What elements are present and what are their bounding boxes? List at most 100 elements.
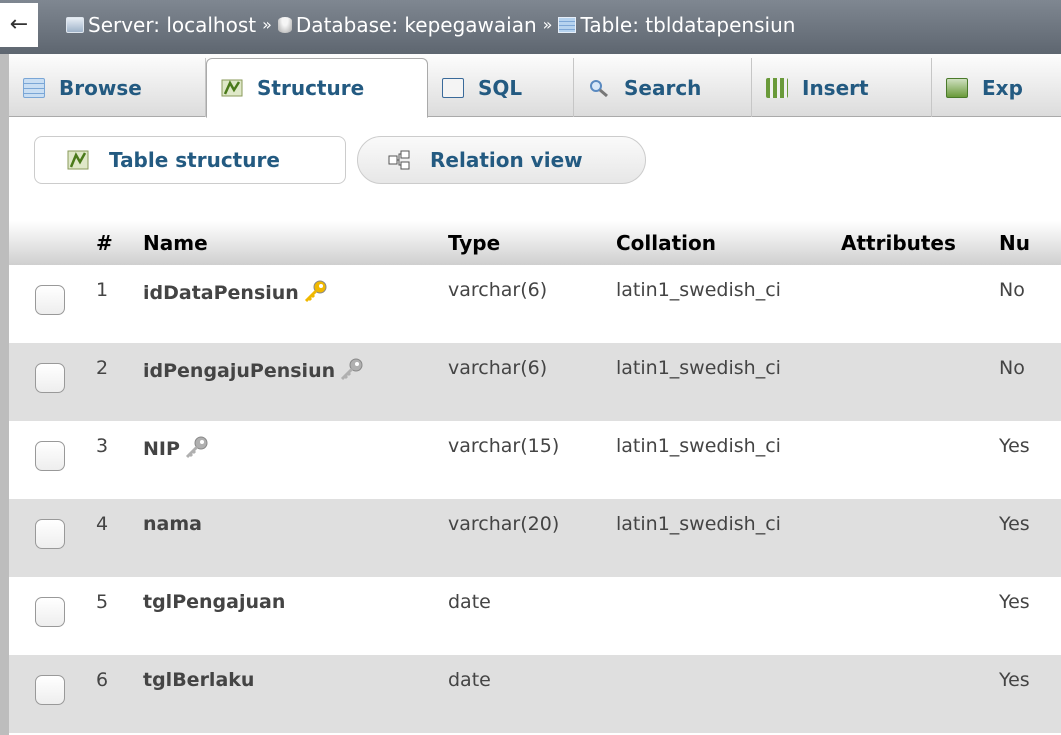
table-row[interactable]: 6 tglBerlaku date Yes (9, 655, 1061, 733)
column-null: Yes (999, 499, 1061, 577)
tab-label: Exp (982, 75, 1023, 100)
column-attributes (841, 577, 999, 655)
row-checkbox[interactable] (35, 363, 65, 393)
column-name: idDataPensiun (143, 282, 299, 304)
row-select-cell (9, 265, 96, 343)
column-attributes (841, 421, 999, 499)
row-number: 6 (96, 655, 143, 733)
breadcrumb-separator: » (262, 15, 272, 34)
column-collation: latin1_swedish_ci (616, 499, 841, 577)
header-null[interactable]: Nu (999, 221, 1061, 265)
column-name: tglPengajuan (143, 591, 286, 613)
breadcrumb-database[interactable]: Database: kepegawaian (277, 0, 537, 50)
relation-icon (388, 149, 410, 171)
column-attributes (841, 265, 999, 343)
column-null: Yes (999, 435, 1030, 457)
row-select-cell (9, 343, 96, 421)
column-attributes (841, 343, 999, 421)
tab-insert[interactable]: Insert (752, 58, 932, 117)
primary-key-icon (303, 279, 329, 303)
column-null: Yes (999, 591, 1030, 613)
row-checkbox[interactable] (35, 285, 65, 315)
breadcrumb: Server: localhost » Database: kepegawaia… (66, 0, 795, 50)
table-row[interactable]: 3 NIP varchar(15) latin1_swedish_ci Yes (9, 421, 1061, 499)
column-collation: latin1_swedish_ci (616, 343, 841, 421)
row-checkbox[interactable] (35, 675, 65, 705)
column-type: varchar(20) (448, 499, 616, 577)
table-header-row: # Name Type Collation Attributes Nu (9, 221, 1061, 265)
tab-label: Structure (257, 76, 365, 100)
breadcrumb-server[interactable]: Server: localhost (66, 0, 256, 50)
tab-structure[interactable]: Structure (206, 58, 428, 118)
column-type: date (448, 655, 616, 733)
insert-icon (766, 77, 788, 98)
header-collation[interactable]: Collation (616, 221, 841, 265)
breadcrumb-table[interactable]: Table: tbldatapensiun (558, 0, 795, 50)
tab-bar: Browse Structure SQL Search Insert Exp (9, 54, 1061, 118)
browse-icon (23, 77, 45, 98)
row-number: 2 (96, 343, 143, 421)
column-name: nama (143, 513, 202, 535)
arrow-left-icon: ← (9, 12, 29, 37)
column-null: No (999, 279, 1025, 301)
breadcrumb-server-label: Server: localhost (88, 13, 257, 37)
subtab-table-structure[interactable]: Table structure (34, 136, 346, 184)
header-name[interactable]: Name (143, 221, 448, 265)
column-attributes (841, 499, 999, 577)
row-checkbox[interactable] (35, 597, 65, 627)
search-icon (588, 78, 610, 98)
column-null: No (999, 343, 1061, 421)
column-name-cell: tglPengajuan (143, 577, 448, 655)
column-null: Yes (999, 655, 1061, 733)
database-icon (277, 17, 292, 33)
column-attributes (841, 655, 999, 733)
table-row[interactable]: 4 nama varchar(20) latin1_swedish_ci Yes (9, 499, 1061, 577)
column-collation: latin1_swedish_ci (616, 279, 781, 301)
tab-search[interactable]: Search (574, 58, 752, 117)
breadcrumb-table-label: Table: tbldatapensiun (580, 13, 796, 37)
column-type: varchar(6) (448, 279, 548, 301)
tab-label: SQL (478, 75, 523, 100)
row-select-cell (9, 421, 96, 499)
row-number: 1 (96, 279, 109, 301)
tab-label: Insert (802, 75, 869, 100)
column-collation (616, 577, 841, 655)
column-type: varchar(6) (448, 343, 616, 421)
structure-icon (67, 149, 89, 171)
breadcrumb-database-label: Database: kepegawaian (295, 13, 537, 37)
header-type[interactable]: Type (448, 221, 616, 265)
table-row[interactable]: 5 tglPengajuan date Yes (9, 577, 1061, 655)
tab-sql[interactable]: SQL (428, 58, 574, 117)
column-name-cell: idPengajuPensiun (143, 343, 448, 421)
tab-browse[interactable]: Browse (9, 58, 206, 117)
table-row[interactable]: 2 idPengajuPensiun varchar(6) latin1_swedis… (9, 343, 1061, 421)
row-checkbox[interactable] (35, 441, 65, 471)
row-checkbox[interactable] (35, 519, 65, 549)
tab-export[interactable]: Exp (932, 58, 1061, 117)
header-attributes[interactable]: Attributes (841, 221, 999, 265)
column-name: tglBerlaku (143, 669, 255, 691)
column-name-cell: nama (143, 499, 448, 577)
column-type: varchar(15) (448, 435, 560, 457)
breadcrumb-separator: » (542, 15, 553, 34)
column-name: NIP (143, 438, 180, 460)
subtab-label: Relation view (430, 148, 583, 172)
subtab-relation-view[interactable]: Relation view (357, 136, 646, 184)
collapse-navigation-button[interactable]: ← (0, 3, 38, 47)
row-number: 3 (96, 435, 109, 457)
row-number: 4 (96, 499, 143, 577)
header-checkbox (9, 221, 96, 265)
column-name-cell: idDataPensiun (143, 265, 448, 343)
column-name-cell: NIP (143, 421, 448, 499)
header-number: # (96, 221, 143, 265)
tab-label: Browse (59, 75, 142, 100)
row-select-cell (9, 577, 96, 655)
table-row[interactable]: 1 idDataPensiun varchar(6) latin1_swedish_c… (9, 265, 1061, 343)
left-border (0, 54, 9, 735)
subtab-label: Table structure (109, 148, 280, 172)
column-type: date (448, 591, 491, 613)
column-name-cell: tglBerlaku (143, 655, 448, 733)
row-number: 5 (96, 591, 109, 613)
row-select-cell (9, 655, 96, 733)
column-name: idPengajuPensiun (143, 360, 336, 382)
